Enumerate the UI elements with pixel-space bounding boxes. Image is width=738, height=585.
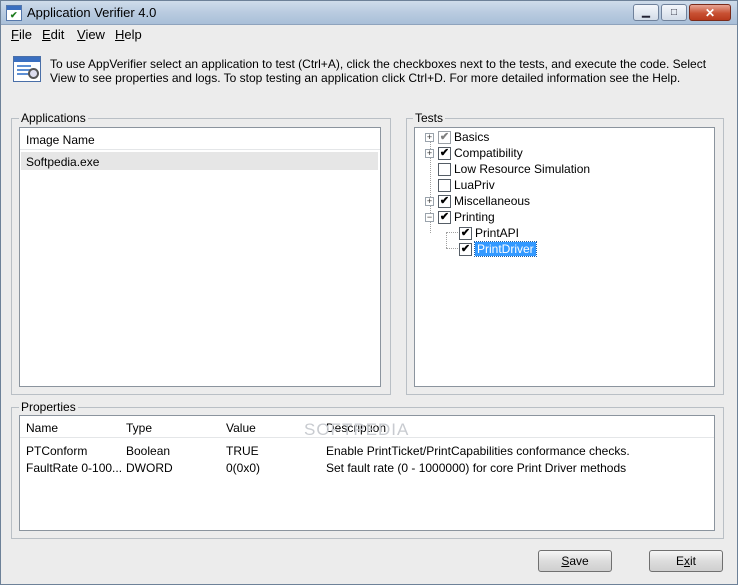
save-button[interactable]: Save: [538, 550, 612, 572]
save-label: ave: [569, 554, 589, 568]
menu-help-label: elp: [124, 27, 142, 42]
tree-item-printapi[interactable]: ✔ PrintAPI: [459, 225, 519, 241]
menu-file-label: ile: [18, 27, 32, 42]
tests-tree[interactable]: + ✔ Basics + ✔ Compatibility Low Resourc…: [414, 127, 715, 387]
window-title: Application Verifier 4.0: [27, 5, 157, 20]
cell-type: Boolean: [126, 444, 171, 458]
tree-item-label: LuaPriv: [454, 178, 495, 192]
applications-group-label: Applications: [19, 111, 88, 125]
checkbox-printing[interactable]: ✔: [438, 210, 451, 224]
cell-value: TRUE: [226, 444, 259, 458]
tree-item-label: Compatibility: [454, 146, 523, 160]
tree-item-basics[interactable]: + ✔ Basics: [425, 129, 489, 145]
tree-item-printing[interactable]: − ✔ Printing: [425, 209, 495, 225]
cell-name: PTConform: [26, 444, 88, 458]
tree-item-compatibility[interactable]: + ✔ Compatibility: [425, 145, 523, 161]
maximize-icon[interactable]: □: [661, 4, 687, 21]
app-window: ✔ Application Verifier 4.0 ▁ □ ✕ File Ed…: [0, 0, 738, 585]
application-row[interactable]: Softpedia.exe: [21, 152, 378, 170]
instructions-text: To use AppVerifier select an application…: [50, 57, 707, 85]
tree-item-label: Printing: [454, 210, 495, 224]
tree-item-label: Low Resource Simulation: [454, 162, 591, 176]
image-name-column-header[interactable]: Image Name: [20, 128, 380, 150]
menu-bar: File Edit View Help: [1, 25, 737, 44]
exit-button[interactable]: Exit: [649, 550, 723, 572]
checkbox-luapriv[interactable]: [438, 178, 451, 192]
checkbox-miscellaneous[interactable]: ✔: [438, 194, 451, 208]
applications-list[interactable]: Image Name Softpedia.exe: [19, 127, 381, 387]
softpedia-watermark: SOFTPEDIA: [304, 420, 410, 439]
cell-description: Set fault rate (0 - 1000000) for core Pr…: [326, 461, 627, 475]
cell-name: FaultRate 0-100...: [26, 461, 123, 475]
tree-item-miscellaneous[interactable]: + ✔ Miscellaneous: [425, 193, 530, 209]
tree-item-luapriv[interactable]: LuaPriv: [425, 177, 495, 193]
column-header-type[interactable]: Type: [126, 421, 152, 435]
cell-value: 0(0x0): [226, 461, 261, 475]
window-controls: ▁ □ ✕: [633, 4, 731, 22]
menu-help[interactable]: Help: [115, 27, 142, 42]
menu-edit-label: dit: [50, 27, 65, 42]
menu-view-label: iew: [85, 27, 105, 42]
cell-type: DWORD: [126, 461, 173, 475]
close-icon[interactable]: ✕: [689, 4, 731, 21]
tree-item-printdriver[interactable]: ✔ PrintDriver: [459, 241, 537, 257]
checkbox-printapi[interactable]: ✔: [459, 226, 472, 240]
checkbox-printdriver[interactable]: ✔: [459, 242, 472, 256]
expand-icon[interactable]: +: [425, 196, 434, 206]
column-header-value[interactable]: Value: [226, 421, 256, 435]
expand-icon[interactable]: +: [425, 148, 434, 158]
cell-description: Enable PrintTicket/PrintCapabilities con…: [326, 444, 630, 458]
tree-item-label-selected: PrintDriver: [474, 241, 537, 257]
menu-help-accel: H: [115, 27, 125, 42]
title-bar[interactable]: ✔ Application Verifier 4.0 ▁ □ ✕: [1, 1, 737, 25]
tests-group-label: Tests: [413, 111, 446, 125]
menu-view[interactable]: View: [77, 27, 105, 42]
menu-edit[interactable]: Edit: [42, 27, 64, 42]
menu-file[interactable]: File: [11, 27, 32, 42]
tree-item-label: Miscellaneous: [454, 194, 531, 208]
tree-item-label: PrintAPI: [475, 226, 520, 240]
collapse-icon[interactable]: −: [425, 212, 434, 222]
exit-label-start: E: [675, 554, 684, 568]
exit-label-end: it: [690, 554, 696, 568]
tree-item-label: Basics: [454, 130, 490, 144]
app-verifier-icon: ✔: [6, 5, 22, 21]
tree-item-low-resource-simulation[interactable]: Low Resource Simulation: [425, 161, 590, 177]
menu-edit-accel: E: [42, 27, 51, 42]
appverifier-info-icon: [13, 56, 41, 82]
properties-list[interactable]: Name Type Value Description SOFTPEDIA PT…: [19, 415, 715, 531]
minimize-icon[interactable]: ▁: [633, 4, 659, 21]
column-header-name[interactable]: Name: [26, 421, 58, 435]
expand-icon[interactable]: +: [425, 132, 434, 142]
checkbox-compatibility[interactable]: ✔: [438, 146, 451, 160]
menu-file-accel: F: [11, 27, 19, 42]
properties-group-label: Properties: [19, 400, 78, 414]
checkbox-low-resource-simulation[interactable]: [438, 162, 451, 176]
checkbox-basics[interactable]: ✔: [438, 130, 451, 144]
